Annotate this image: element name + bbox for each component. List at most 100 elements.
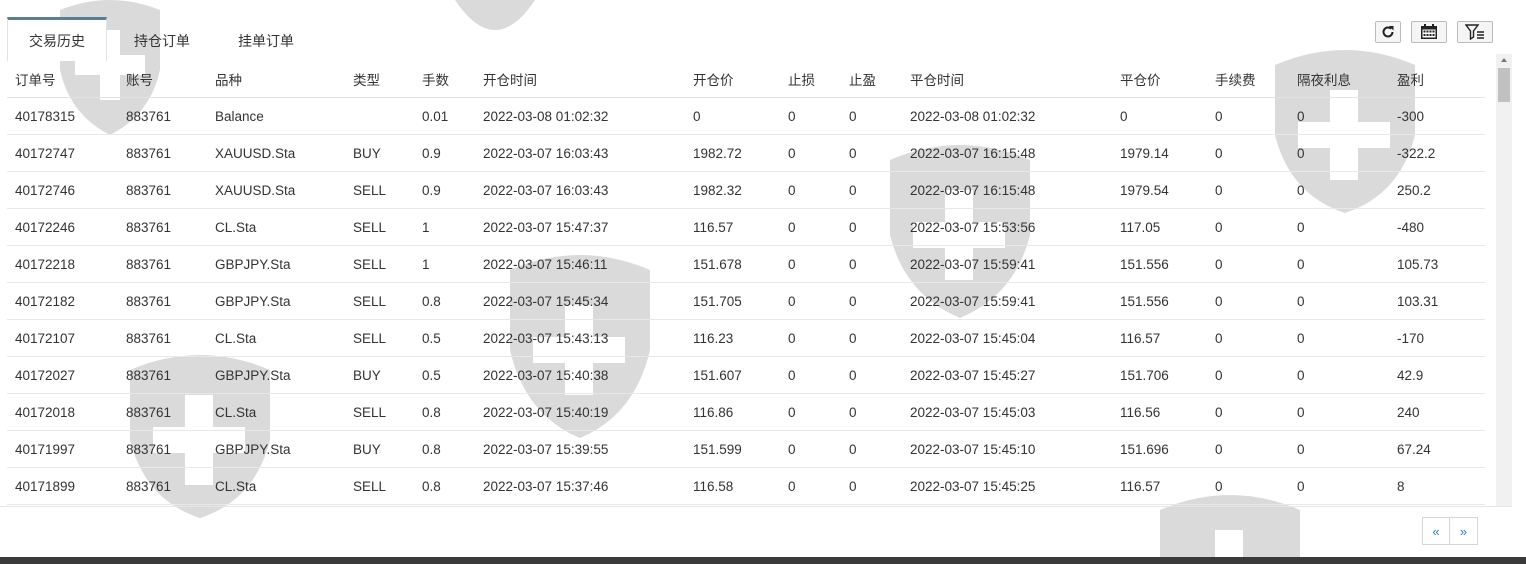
col-lots-header[interactable]: 手数 [414, 60, 475, 98]
cell-account: 883761 [118, 430, 207, 468]
trade-history-table: 订单号 账号 品种 类型 手数 开仓时间 开仓价 止损 止盈 平仓时间 平仓价 … [7, 60, 1485, 505]
calendar-button[interactable] [1411, 21, 1447, 43]
table-row[interactable]: 40172018 883761 CL.Sta SELL 0.8 2022-03-07 15… [7, 393, 1485, 431]
cell-close-price: 116.56 [1112, 393, 1207, 431]
col-stop-loss-header[interactable]: 止损 [780, 60, 841, 98]
cell-symbol: XAUUSD.Sta [207, 134, 345, 172]
cell-open-price: 0 [685, 97, 780, 135]
cell-order-id: 40172027 [7, 356, 118, 394]
cell-take-profit: 0 [841, 319, 902, 357]
cell-take-profit: 0 [841, 356, 902, 394]
cell-account: 883761 [118, 245, 207, 283]
col-account-header[interactable]: 账号 [118, 60, 207, 98]
col-close-time-header[interactable]: 平仓时间 [902, 60, 1112, 98]
table-row[interactable]: 40172182 883761 GBPJPY.Sta SELL 0.8 2022-03-0… [7, 282, 1485, 320]
cell-commission: 0 [1207, 134, 1289, 172]
cell-order-id: 40172018 [7, 393, 118, 431]
refresh-icon [1382, 26, 1394, 38]
col-commission-header[interactable]: 手续费 [1207, 60, 1289, 98]
cell-close-time: 2022-03-07 16:15:48 [902, 171, 1112, 209]
col-open-price-header[interactable]: 开仓价 [685, 60, 780, 98]
cell-take-profit: 0 [841, 97, 902, 135]
cell-lots: 0.5 [414, 319, 475, 357]
table-row[interactable]: 40172107 883761 CL.Sta SELL 0.5 2022-03-07 15… [7, 319, 1485, 357]
col-open-time-header[interactable]: 开仓时间 [475, 60, 685, 98]
filter-icon [1465, 24, 1484, 40]
cell-order-id: 40172107 [7, 319, 118, 357]
prev-page-button[interactable]: « [1422, 517, 1450, 545]
cell-swap: 0 [1289, 208, 1389, 246]
cell-commission: 0 [1207, 430, 1289, 468]
cell-take-profit: 0 [841, 245, 902, 283]
cell-stop-loss: 0 [780, 97, 841, 135]
cell-close-time: 2022-03-07 15:45:25 [902, 467, 1112, 505]
cell-symbol: CL.Sta [207, 467, 345, 505]
cell-profit: 42.9 [1389, 356, 1485, 394]
cell-lots: 1 [414, 245, 475, 283]
cell-symbol: CL.Sta [207, 393, 345, 431]
cell-open-time: 2022-03-07 16:03:43 [475, 171, 685, 209]
cell-close-price: 117.05 [1112, 208, 1207, 246]
cell-close-time: 2022-03-07 15:53:56 [902, 208, 1112, 246]
refresh-button[interactable] [1375, 21, 1401, 43]
cell-type: BUY [345, 356, 414, 394]
cell-type: BUY [345, 430, 414, 468]
cell-symbol: GBPJPY.Sta [207, 245, 345, 283]
scroll-up-arrow-icon[interactable] [1501, 58, 1507, 62]
cell-close-price: 116.57 [1112, 319, 1207, 357]
cell-account: 883761 [118, 282, 207, 320]
cell-symbol: GBPJPY.Sta [207, 430, 345, 468]
cell-open-time: 2022-03-07 15:46:11 [475, 245, 685, 283]
table-row[interactable]: 40172747 883761 XAUUSD.Sta BUY 0.9 2022-03-07… [7, 134, 1485, 172]
tab-open-positions[interactable]: 持仓订单 [117, 17, 207, 61]
cell-swap: 0 [1289, 97, 1389, 135]
cell-open-price: 116.23 [685, 319, 780, 357]
cell-close-price: 151.556 [1112, 245, 1207, 283]
cell-order-id: 40178315 [7, 97, 118, 135]
table-row[interactable]: 40178315 883761 Balance 0.01 2022-03-08 01:0… [7, 97, 1485, 135]
cell-open-time: 2022-03-07 15:43:13 [475, 319, 685, 357]
col-type-header[interactable]: 类型 [345, 60, 414, 98]
cell-stop-loss: 0 [780, 134, 841, 172]
table-row[interactable]: 40172218 883761 GBPJPY.Sta SELL 1 2022-03-07 … [7, 245, 1485, 283]
cell-type [345, 97, 414, 135]
cell-profit: -170 [1389, 319, 1485, 357]
scrollbar-thumb[interactable] [1498, 68, 1510, 102]
cell-commission: 0 [1207, 319, 1289, 357]
cell-account: 883761 [118, 97, 207, 135]
col-profit-header[interactable]: 盈利 [1389, 60, 1485, 98]
cell-commission: 0 [1207, 245, 1289, 283]
pagination: « » [1422, 517, 1478, 545]
table-row[interactable]: 40171899 883761 CL.Sta SELL 0.8 2022-03-07 15… [7, 467, 1485, 505]
cell-profit: 250.2 [1389, 171, 1485, 209]
cell-open-time: 2022-03-07 15:40:38 [475, 356, 685, 394]
col-order-id-header[interactable]: 订单号 [7, 60, 118, 98]
table-row[interactable]: 40172246 883761 CL.Sta SELL 1 2022-03-07 15:4… [7, 208, 1485, 246]
col-close-price-header[interactable]: 平仓价 [1112, 60, 1207, 98]
cell-swap: 0 [1289, 245, 1389, 283]
col-symbol-header[interactable]: 品种 [207, 60, 345, 98]
vertical-scrollbar[interactable] [1496, 54, 1512, 506]
table-row[interactable]: 40172746 883761 XAUUSD.Sta SELL 0.9 2022-03-0… [7, 171, 1485, 209]
col-take-profit-header[interactable]: 止盈 [841, 60, 902, 98]
cell-stop-loss: 0 [780, 171, 841, 209]
cell-open-price: 116.86 [685, 393, 780, 431]
filter-button[interactable] [1457, 21, 1493, 43]
cell-stop-loss: 0 [780, 393, 841, 431]
tab-trade-history[interactable]: 交易历史 [7, 17, 107, 61]
cell-lots: 0.8 [414, 430, 475, 468]
cell-swap: 0 [1289, 134, 1389, 172]
cell-swap: 0 [1289, 282, 1389, 320]
cell-lots: 0.9 [414, 134, 475, 172]
table-row[interactable]: 40172027 883761 GBPJPY.Sta BUY 0.5 2022-03-07… [7, 356, 1485, 394]
trade-history-table-container: 订单号 账号 品种 类型 手数 开仓时间 开仓价 止损 止盈 平仓时间 平仓价 … [7, 60, 1487, 506]
cell-close-time: 2022-03-07 15:59:41 [902, 282, 1112, 320]
tab-pending-orders[interactable]: 挂单订单 [221, 17, 311, 61]
cell-lots: 1 [414, 208, 475, 246]
col-swap-header[interactable]: 隔夜利息 [1289, 60, 1389, 98]
cell-open-price: 151.599 [685, 430, 780, 468]
cell-profit: 105.73 [1389, 245, 1485, 283]
next-page-button[interactable]: » [1450, 517, 1478, 545]
table-row[interactable]: 40171997 883761 GBPJPY.Sta BUY 0.8 2022-03-07… [7, 430, 1485, 468]
cell-stop-loss: 0 [780, 467, 841, 505]
